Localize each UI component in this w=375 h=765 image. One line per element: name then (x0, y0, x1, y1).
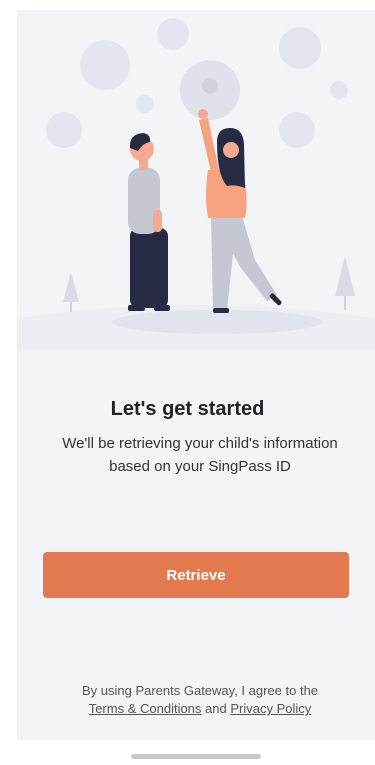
screen: Let's get started We'll be retrieving yo… (0, 0, 375, 765)
bubble (136, 95, 154, 113)
home-indicator (131, 754, 261, 759)
tree-right (335, 256, 355, 310)
legal-conjunction: and (205, 701, 227, 716)
legal-notice: By using Parents Gateway, I agree to the… (40, 682, 360, 718)
woman-figure (198, 109, 282, 313)
bubble (279, 27, 321, 69)
shadow (112, 310, 322, 334)
privacy-link[interactable]: Privacy Policy (230, 701, 311, 716)
bubble (157, 18, 189, 50)
man-figure (128, 133, 170, 311)
page-subtitle: We'll be retrieving your child's informa… (62, 435, 338, 475)
legal-prefix: By using Parents Gateway, I agree to the (81, 683, 319, 698)
bubble (202, 78, 218, 94)
bubble (279, 112, 315, 148)
tree-left (63, 272, 79, 312)
bubble (46, 112, 82, 148)
retrieve-button[interactable]: Retrieve (43, 552, 349, 598)
terms-link[interactable]: Terms & Conditions (89, 701, 202, 716)
page-title: Let's get started (110, 398, 265, 420)
bubble (330, 81, 348, 99)
people-illustration (17, 18, 375, 350)
bubble (80, 40, 130, 90)
